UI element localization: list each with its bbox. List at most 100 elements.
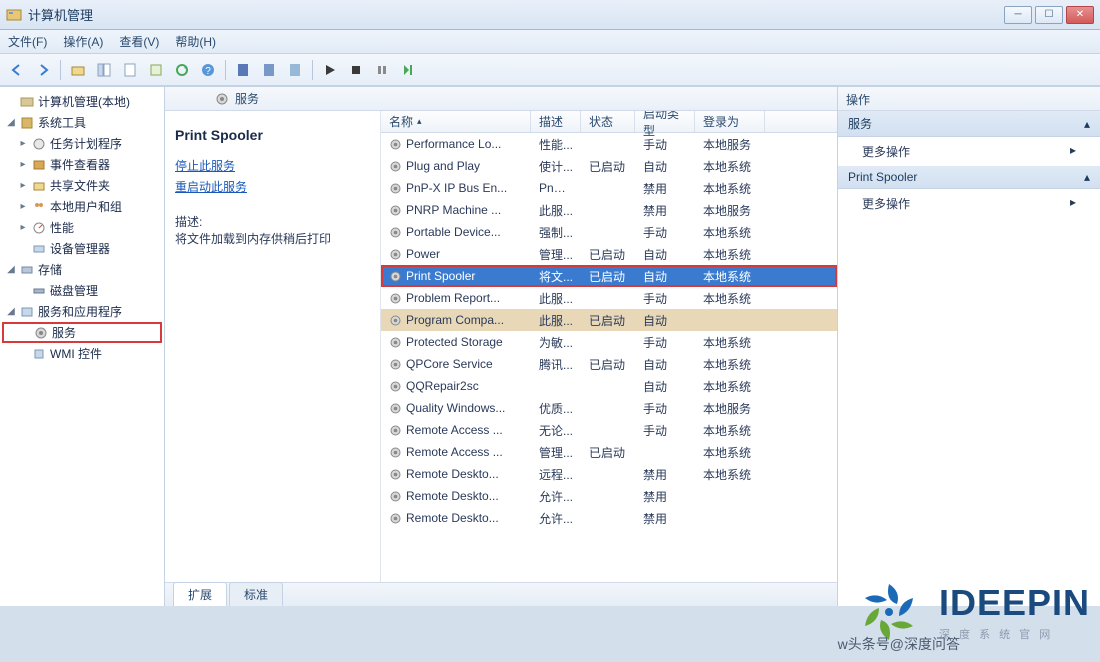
- list-header: 名称▴ 描述 状态 启动类型 登录为: [381, 111, 837, 133]
- service-row[interactable]: Power管理...已启动自动本地系统: [381, 243, 837, 265]
- tree-storage[interactable]: ◢存储: [2, 259, 162, 280]
- cell-desc: 使计...: [531, 158, 581, 175]
- tb-icon-1[interactable]: [232, 59, 254, 81]
- col-logon[interactable]: 登录为: [695, 111, 765, 132]
- col-desc[interactable]: 描述: [531, 111, 581, 132]
- cell-name: Portable Device...: [381, 225, 531, 239]
- actions-group-selected[interactable]: Print Spooler▴: [838, 166, 1100, 189]
- cell-startup: 自动: [635, 268, 695, 285]
- tab-standard[interactable]: 标准: [229, 582, 283, 606]
- cell-name: Remote Access ...: [381, 423, 531, 437]
- tree-local-users[interactable]: ▸本地用户和组: [2, 196, 162, 217]
- tab-extended[interactable]: 扩展: [173, 582, 227, 606]
- actions-pane: 操作 服务▴ 更多操作▸ Print Spooler▴ 更多操作▸: [838, 87, 1100, 606]
- tree-system-tools[interactable]: ◢系统工具: [2, 112, 162, 133]
- tree-label: 性能: [50, 219, 74, 236]
- cell-desc: 强制...: [531, 224, 581, 241]
- tree-shared-folders[interactable]: ▸共享文件夹: [2, 175, 162, 196]
- maximize-button[interactable]: ☐: [1035, 6, 1063, 24]
- service-row[interactable]: PnP-X IP Bus En...PnP-...禁用本地系统: [381, 177, 837, 199]
- service-row[interactable]: Program Compa...此服...已启动自动: [381, 309, 837, 331]
- menu-help[interactable]: 帮助(H): [175, 33, 216, 50]
- service-row[interactable]: Portable Device...强制...手动本地系统: [381, 221, 837, 243]
- tree-services-apps[interactable]: ◢服务和应用程序: [2, 301, 162, 322]
- service-row[interactable]: Remote Deskto...允许...禁用: [381, 507, 837, 529]
- cell-desc: 优质...: [531, 400, 581, 417]
- back-button[interactable]: [6, 59, 28, 81]
- service-row[interactable]: QQRepair2sc自动本地系统: [381, 375, 837, 397]
- tree-performance[interactable]: ▸性能: [2, 217, 162, 238]
- window-buttons: ─ ☐ ✕: [1004, 6, 1094, 24]
- col-name[interactable]: 名称▴: [381, 111, 531, 132]
- service-row[interactable]: Performance Lo...性能...手动本地服务: [381, 133, 837, 155]
- tree-wmi[interactable]: WMI 控件: [2, 343, 162, 364]
- cell-name: Remote Deskto...: [381, 511, 531, 525]
- cell-desc: 管理...: [531, 444, 581, 461]
- service-row[interactable]: QPCore Service腾讯...已启动自动本地系统: [381, 353, 837, 375]
- cell-name: Plug and Play: [381, 159, 531, 173]
- forward-button[interactable]: [32, 59, 54, 81]
- properties-button[interactable]: [119, 59, 141, 81]
- menu-view[interactable]: 查看(V): [119, 33, 159, 50]
- up-button[interactable]: [67, 59, 89, 81]
- col-startup[interactable]: 启动类型: [635, 111, 695, 132]
- cell-startup: 手动: [635, 224, 695, 241]
- restart-service-link[interactable]: 重启动此服务: [175, 178, 370, 195]
- cell-name: Program Compa...: [381, 313, 531, 327]
- tree-device-manager[interactable]: 设备管理器: [2, 238, 162, 259]
- actions-group-services[interactable]: 服务▴: [838, 111, 1100, 137]
- service-row[interactable]: Remote Deskto...远程...禁用本地系统: [381, 463, 837, 485]
- cell-startup: 手动: [635, 290, 695, 307]
- menu-action[interactable]: 操作(A): [63, 33, 103, 50]
- cell-startup: 自动: [635, 312, 695, 329]
- menu-file[interactable]: 文件(F): [8, 33, 47, 50]
- service-row[interactable]: Remote Access ...管理...已启动本地系统: [381, 441, 837, 463]
- service-row[interactable]: Protected Storage为敏...手动本地系统: [381, 331, 837, 353]
- cell-name: Print Spooler: [381, 269, 531, 283]
- cell-status: 已启动: [581, 268, 635, 285]
- cell-startup: 手动: [635, 400, 695, 417]
- service-row[interactable]: Quality Windows...优质...手动本地服务: [381, 397, 837, 419]
- restart-service-button[interactable]: [397, 59, 419, 81]
- tree-label: 服务和应用程序: [38, 303, 122, 320]
- cell-startup: 自动: [635, 158, 695, 175]
- tb-icon-3[interactable]: [284, 59, 306, 81]
- help-button[interactable]: ?: [197, 59, 219, 81]
- stop-service-link[interactable]: 停止此服务: [175, 157, 370, 174]
- service-row[interactable]: Print Spooler将文...已启动自动本地系统: [381, 265, 837, 287]
- cell-logon: 本地服务: [695, 136, 765, 153]
- refresh-button[interactable]: [171, 59, 193, 81]
- stop-service-button[interactable]: [345, 59, 367, 81]
- description-label: 描述:: [175, 213, 370, 230]
- cell-logon: 本地系统: [695, 466, 765, 483]
- cell-name: QQRepair2sc: [381, 379, 531, 393]
- cell-name: Remote Access ...: [381, 445, 531, 459]
- service-row[interactable]: PNRP Machine ...此服...禁用本地服务: [381, 199, 837, 221]
- minimize-button[interactable]: ─: [1004, 6, 1032, 24]
- actions-more-2[interactable]: 更多操作▸: [838, 189, 1100, 218]
- tree-event-viewer[interactable]: ▸事件查看器: [2, 154, 162, 175]
- col-status[interactable]: 状态: [581, 111, 635, 132]
- service-row[interactable]: Plug and Play使计...已启动自动本地系统: [381, 155, 837, 177]
- tree-services[interactable]: 服务: [2, 322, 162, 343]
- center-heading-label: 服务: [235, 90, 259, 107]
- actions-more-1[interactable]: 更多操作▸: [838, 137, 1100, 166]
- tb-icon-2[interactable]: [258, 59, 280, 81]
- collapse-icon: ▴: [1084, 117, 1090, 131]
- tree-root[interactable]: 计算机管理(本地): [2, 91, 162, 112]
- service-row[interactable]: Remote Deskto...允许...禁用: [381, 485, 837, 507]
- pause-service-button[interactable]: [371, 59, 393, 81]
- service-row[interactable]: Remote Access ...无论...手动本地系统: [381, 419, 837, 441]
- list-body[interactable]: Performance Lo...性能...手动本地服务Plug and Pla…: [381, 133, 837, 582]
- start-service-button[interactable]: [319, 59, 341, 81]
- tree-disk-management[interactable]: 磁盘管理: [2, 280, 162, 301]
- tree-task-scheduler[interactable]: ▸任务计划程序: [2, 133, 162, 154]
- service-row[interactable]: Problem Report...此服...手动本地系统: [381, 287, 837, 309]
- close-button[interactable]: ✕: [1066, 6, 1094, 24]
- export-button[interactable]: [145, 59, 167, 81]
- tab-bar: 扩展 标准: [165, 582, 837, 606]
- show-hide-button[interactable]: [93, 59, 115, 81]
- cell-logon: 本地系统: [695, 158, 765, 175]
- center-pane: 服务 Print Spooler 停止此服务 重启动此服务 描述: 将文件加载到…: [165, 87, 838, 606]
- cell-logon: 本地系统: [695, 246, 765, 263]
